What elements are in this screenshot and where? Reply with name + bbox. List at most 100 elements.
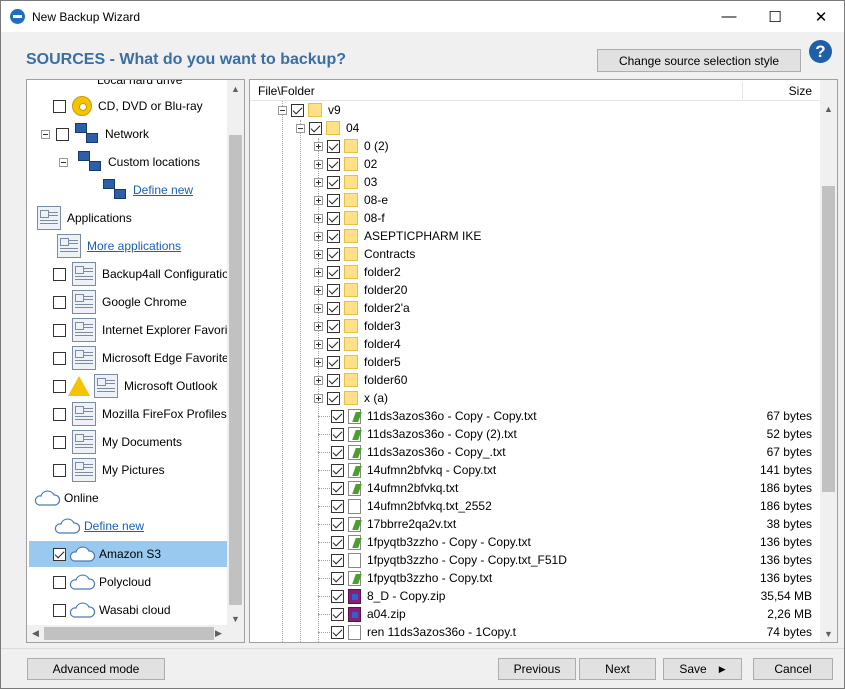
expand-toggle-icon[interactable] <box>314 177 323 187</box>
expand-toggle-icon[interactable] <box>278 105 287 115</box>
expand-toggle-icon[interactable] <box>314 285 323 295</box>
item-checkbox[interactable] <box>327 157 340 171</box>
scroll-up-arrow-icon[interactable]: ▲ <box>820 100 837 117</box>
expand-toggle-icon[interactable] <box>314 321 323 331</box>
scroll-thumb[interactable] <box>229 135 242 605</box>
source-tree-item[interactable]: My Pictures <box>53 457 165 483</box>
tree-row-file[interactable]: 8_D - Copy.zip 35,54 MB <box>318 587 812 605</box>
source-checkbox[interactable] <box>53 323 66 337</box>
tree-row-folder[interactable]: 03 <box>314 173 812 191</box>
item-checkbox[interactable] <box>327 355 340 369</box>
expand-toggle-icon[interactable] <box>314 213 323 223</box>
item-checkbox[interactable] <box>327 211 340 225</box>
expand-toggle-icon[interactable] <box>314 303 323 313</box>
expand-toggle-icon[interactable] <box>314 231 323 241</box>
advanced-mode-button[interactable]: Advanced mode <box>27 658 165 680</box>
item-checkbox[interactable] <box>327 139 340 153</box>
item-checkbox[interactable] <box>291 103 304 117</box>
item-checkbox[interactable] <box>331 517 344 531</box>
source-tree-item[interactable]: Microsoft Edge Favorites <box>53 345 235 371</box>
tree-row-file[interactable]: 14ufmn2bfvkq - Copy.txt 141 bytes <box>318 461 812 479</box>
tree-row-folder[interactable]: folder2 <box>314 263 812 281</box>
source-checkbox[interactable] <box>53 435 66 449</box>
collapse-toggle-icon[interactable] <box>41 129 50 139</box>
expand-toggle-icon[interactable] <box>296 123 305 133</box>
tree-row-folder[interactable]: folder5 <box>314 353 812 371</box>
source-tree-item[interactable]: Internet Explorer Favorites <box>53 317 243 343</box>
source-tree-item[interactable]: Online <box>33 485 99 511</box>
source-tree-item[interactable]: More applications <box>53 233 181 259</box>
tree-item-partial[interactable]: Local hard drive <box>97 80 182 93</box>
item-checkbox[interactable] <box>327 283 340 297</box>
tree-row-folder[interactable]: folder3 <box>314 317 812 335</box>
item-checkbox[interactable] <box>331 463 344 477</box>
item-checkbox[interactable] <box>331 535 344 549</box>
tree-row-folder[interactable]: x (a) <box>314 389 812 407</box>
item-checkbox[interactable] <box>331 553 344 567</box>
tree-row-file[interactable]: 1fpyqtb3zzho - Copy.txt 136 bytes <box>318 569 812 587</box>
source-checkbox[interactable] <box>53 463 66 477</box>
source-tree-item[interactable]: Custom locations <box>59 149 200 175</box>
expand-toggle-icon[interactable] <box>314 195 323 205</box>
save-button[interactable]: Save ▶ <box>663 658 742 680</box>
tree-row-file[interactable]: 1fpyqtb3zzho - Copy - Copy.txt 136 bytes <box>318 533 812 551</box>
item-checkbox[interactable] <box>331 625 344 639</box>
item-checkbox[interactable] <box>327 193 340 207</box>
tree-row-file[interactable]: 14ufmn2bfvkq.txt_2552 186 bytes <box>318 497 812 515</box>
left-vertical-scrollbar[interactable]: ▲ ▼ <box>227 80 244 627</box>
maximize-button[interactable]: ☐ <box>752 1 798 32</box>
h-scroll-thumb[interactable] <box>44 627 214 640</box>
source-checkbox[interactable] <box>53 351 66 365</box>
tree-row-folder[interactable]: 02 <box>314 155 812 173</box>
item-checkbox[interactable] <box>327 265 340 279</box>
item-checkbox[interactable] <box>327 301 340 315</box>
save-dropdown-arrow-icon[interactable]: ▶ <box>719 664 726 675</box>
source-checkbox[interactable] <box>53 575 66 589</box>
scroll-left-arrow-icon[interactable]: ◀ <box>27 625 44 642</box>
source-tree-item[interactable]: Google Chrome <box>53 289 187 315</box>
source-checkbox[interactable] <box>53 295 66 309</box>
scroll-up-arrow-icon[interactable]: ▲ <box>227 80 244 97</box>
item-checkbox[interactable] <box>331 409 344 423</box>
tree-row-file[interactable]: 1fpyqtb3zzho - Copy - Copy.txt_F51D 136 b… <box>318 551 812 569</box>
tree-row-folder[interactable]: Contracts <box>314 245 812 263</box>
minimize-button[interactable]: — <box>706 1 752 32</box>
tree-row-file[interactable]: 11ds3azos36o - Copy (2).txt 52 bytes <box>318 425 812 443</box>
help-icon[interactable]: ? <box>809 40 832 63</box>
item-checkbox[interactable] <box>331 445 344 459</box>
source-checkbox[interactable] <box>53 379 66 393</box>
tree-row-folder[interactable]: 08-f <box>314 209 812 227</box>
expand-toggle-icon[interactable] <box>314 249 323 259</box>
tree-row-file[interactable]: 11ds3azos36o - Copy_.txt 67 bytes <box>318 443 812 461</box>
source-tree-item[interactable]: Mozilla FireFox Profiles <box>53 401 227 427</box>
source-tree-item[interactable]: Applications <box>33 205 132 231</box>
item-checkbox[interactable] <box>327 247 340 261</box>
cancel-button[interactable]: Cancel <box>753 658 833 680</box>
source-tree-item[interactable]: Amazon S3 <box>29 541 227 567</box>
source-checkbox[interactable] <box>53 267 66 281</box>
tree-row-folder[interactable]: ASEPTICPHARM IKE <box>314 227 812 245</box>
column-size[interactable]: Size <box>789 84 812 98</box>
tree-row-folder[interactable]: folder60 <box>314 371 812 389</box>
next-button[interactable]: Next <box>579 658 656 680</box>
close-button[interactable]: ✕ <box>798 1 844 32</box>
item-checkbox[interactable] <box>327 175 340 189</box>
scroll-down-arrow-icon[interactable]: ▼ <box>820 625 837 642</box>
tree-row-folder[interactable]: 04 <box>296 119 812 137</box>
item-checkbox[interactable] <box>331 607 344 621</box>
item-checkbox[interactable] <box>327 229 340 243</box>
right-vertical-scrollbar[interactable]: ▲ ▼ <box>820 80 837 642</box>
item-checkbox[interactable] <box>331 481 344 495</box>
expand-toggle-icon[interactable] <box>314 339 323 349</box>
change-source-style-button[interactable]: Change source selection style <box>597 49 801 72</box>
item-checkbox[interactable] <box>327 319 340 333</box>
tree-row-file[interactable]: 14ufmn2bfvkq.txt 186 bytes <box>318 479 812 497</box>
item-checkbox[interactable] <box>309 121 322 135</box>
expand-toggle-icon[interactable] <box>314 141 323 151</box>
expand-toggle-icon[interactable] <box>314 393 323 403</box>
tree-row-folder[interactable]: folder20 <box>314 281 812 299</box>
previous-button[interactable]: Previous <box>498 658 576 680</box>
source-checkbox[interactable] <box>53 407 66 421</box>
source-checkbox[interactable] <box>53 547 66 561</box>
column-divider[interactable] <box>742 82 743 99</box>
